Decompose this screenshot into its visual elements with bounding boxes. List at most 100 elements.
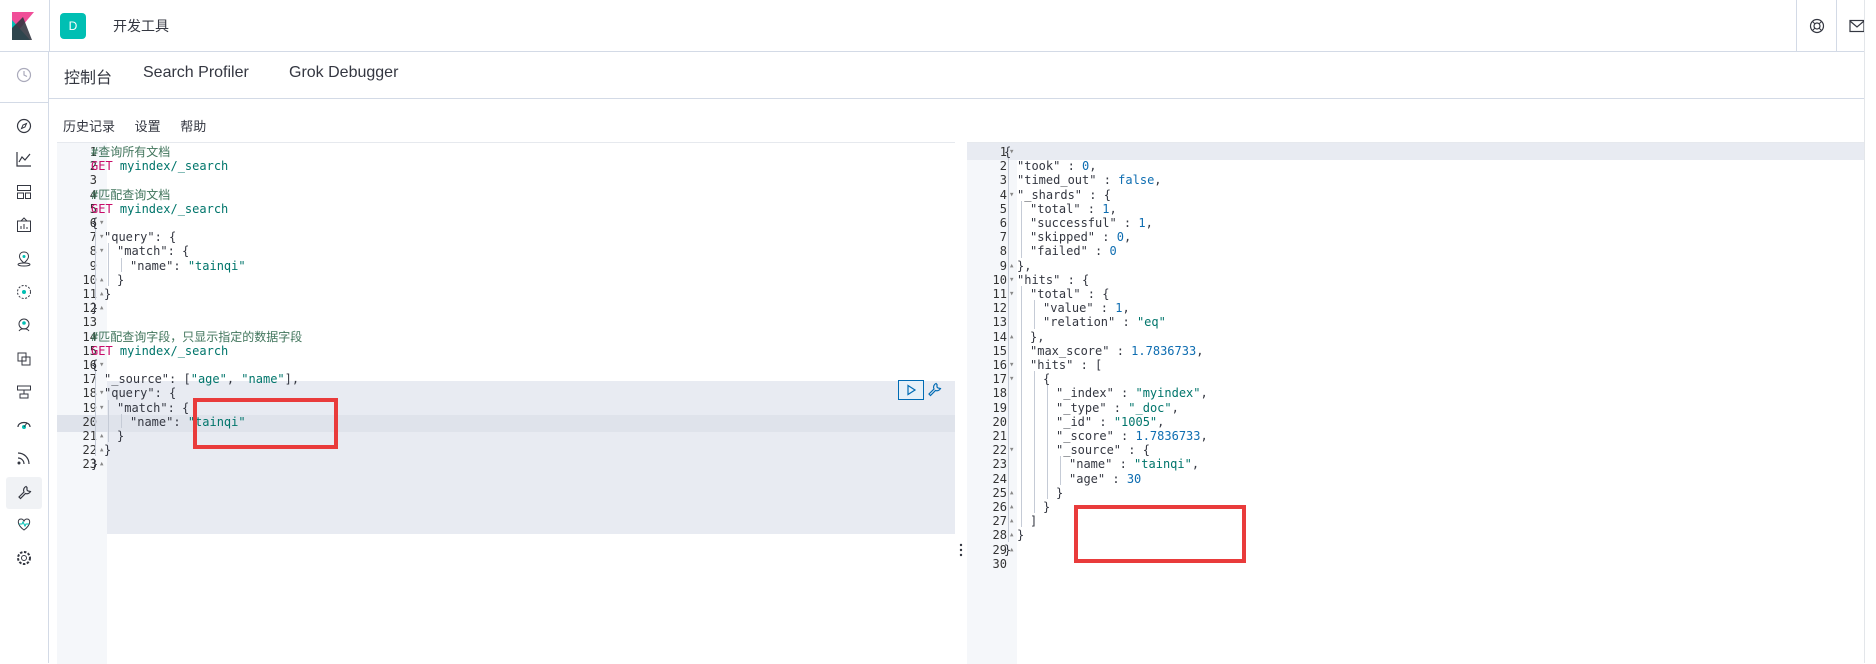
indent-guide — [1008, 399, 1009, 414]
indent-guide — [95, 442, 96, 457]
code-token: : — [1060, 159, 1083, 174]
code-token: , — [1123, 230, 1132, 245]
graph-icon — [18, 318, 30, 332]
nav-uptime[interactable] — [13, 447, 35, 469]
code-token: } — [1017, 528, 1025, 543]
nav-apm[interactable] — [13, 414, 35, 436]
settings-link[interactable]: 设置 — [135, 119, 161, 134]
code-token: "_shards" — [1017, 187, 1083, 202]
tab-label: Grok Debugger — [289, 64, 399, 81]
code-line[interactable]: 23 ▴} — [57, 456, 955, 473]
code-token: "age" — [190, 372, 227, 387]
indent-guide — [1047, 428, 1048, 443]
code-token: : { — [1080, 287, 1110, 301]
fold-close-icon[interactable]: ▴ — [99, 456, 104, 473]
code-token: "name" — [130, 258, 174, 273]
code-token: "relation" — [1043, 315, 1116, 330]
nav-management[interactable] — [13, 547, 35, 569]
code-token: , — [1154, 173, 1162, 188]
code-token: : — [1112, 457, 1135, 472]
nav-logs[interactable] — [13, 381, 35, 403]
nav-visualize[interactable] — [13, 148, 35, 170]
code-token: { — [1043, 372, 1051, 387]
indent-guide — [1008, 286, 1009, 301]
indent-guide — [1021, 413, 1022, 428]
indent-guide — [1008, 513, 1009, 528]
indent-guide — [1008, 428, 1009, 443]
help-lifebuoy-icon — [1809, 18, 1825, 33]
code-token: : — [1109, 343, 1132, 358]
indent-guide — [1047, 456, 1048, 471]
code-token: "match" — [117, 400, 168, 415]
indent-guide — [95, 385, 96, 400]
sidenav-divider — [0, 102, 49, 103]
indent-guide — [1008, 200, 1009, 215]
tab-search-profiler[interactable]: Search Profiler — [143, 64, 249, 94]
indent-guide — [108, 428, 109, 443]
page-scrollbar[interactable] — [1864, 0, 1876, 663]
kibana-logo[interactable] — [12, 12, 36, 40]
code-token: , — [1109, 201, 1117, 216]
source-field-highlight-box — [193, 398, 338, 449]
nav-monitoring[interactable] — [13, 513, 35, 535]
indent-guide — [1021, 200, 1022, 215]
tab-grok-debugger[interactable]: Grok Debugger — [289, 64, 398, 94]
code-token: "timed_out" — [1017, 173, 1097, 188]
code-token: , — [1200, 386, 1208, 401]
code-token: } — [91, 457, 99, 472]
nav-machine-learning[interactable] — [13, 281, 35, 303]
nav-graph[interactable] — [13, 314, 35, 336]
response-viewer[interactable]: 1 ▾{2 "took" : 0, 3 "timed_out" : false, 4 ▾ "_… — [967, 142, 1864, 664]
code-token: : { — [1082, 187, 1111, 202]
indent-guide — [1047, 484, 1048, 499]
indent-guide — [1008, 186, 1009, 201]
code-token: 1 — [1138, 216, 1146, 230]
indent-guide — [1008, 215, 1009, 230]
code-token: "total" — [1030, 287, 1081, 301]
nav-maps[interactable] — [13, 248, 35, 270]
canvas-icon — [17, 217, 31, 232]
indent-guide — [1047, 399, 1048, 414]
code-token: myindex/_search — [112, 343, 229, 358]
pane-resize-handle[interactable] — [959, 543, 963, 557]
nav-dev-tools[interactable] — [6, 477, 42, 509]
code-token: myindex/_search — [112, 159, 229, 174]
nav-discover[interactable] — [13, 115, 35, 137]
code-token: 30 — [1126, 471, 1142, 486]
indent-guide — [1047, 385, 1048, 400]
indent-guide — [108, 243, 109, 258]
space-avatar[interactable]: D — [60, 13, 86, 39]
nav-canvas[interactable] — [13, 214, 35, 236]
recently-viewed-button[interactable] — [13, 64, 35, 86]
history-link[interactable]: 历史记录 — [63, 119, 115, 134]
code-token: , — [1122, 301, 1130, 316]
indent-guide — [1008, 413, 1009, 428]
code-token: } — [104, 443, 112, 458]
indent-guide — [1008, 357, 1009, 372]
tab-console[interactable]: 控制台 — [64, 64, 112, 100]
indent-guide — [1008, 229, 1009, 244]
help-link[interactable]: 帮助 — [180, 119, 206, 134]
code-token: "total" — [1030, 201, 1081, 216]
code-token: ], — [284, 372, 300, 387]
request-editor[interactable]: 1 #查询所有文档 2 GET myindex/_search 3 4 #匹配查询文档 5 GE… — [57, 142, 955, 664]
apm-icon — [17, 421, 31, 429]
code-token: }, — [1030, 329, 1045, 344]
code-token: "age" — [1069, 471, 1106, 486]
indent-guide — [1021, 456, 1022, 471]
indent-guide — [1021, 300, 1022, 315]
code-token: }, — [1017, 258, 1032, 273]
help-button[interactable] — [1796, 0, 1837, 51]
indent-guide — [1008, 484, 1009, 499]
indent-guide — [1034, 470, 1035, 485]
management-gear-icon — [17, 551, 31, 565]
code-token: , — [1200, 429, 1208, 443]
code-token: 1 — [1115, 301, 1123, 316]
code-token: , — [1157, 414, 1165, 429]
nav-dashboard[interactable] — [13, 181, 35, 203]
nav-infrastructure[interactable] — [13, 348, 35, 370]
indent-guide — [1034, 413, 1035, 428]
code-token: : — [1093, 301, 1116, 316]
code-token: } — [104, 287, 112, 301]
indent-guide — [1008, 172, 1009, 187]
